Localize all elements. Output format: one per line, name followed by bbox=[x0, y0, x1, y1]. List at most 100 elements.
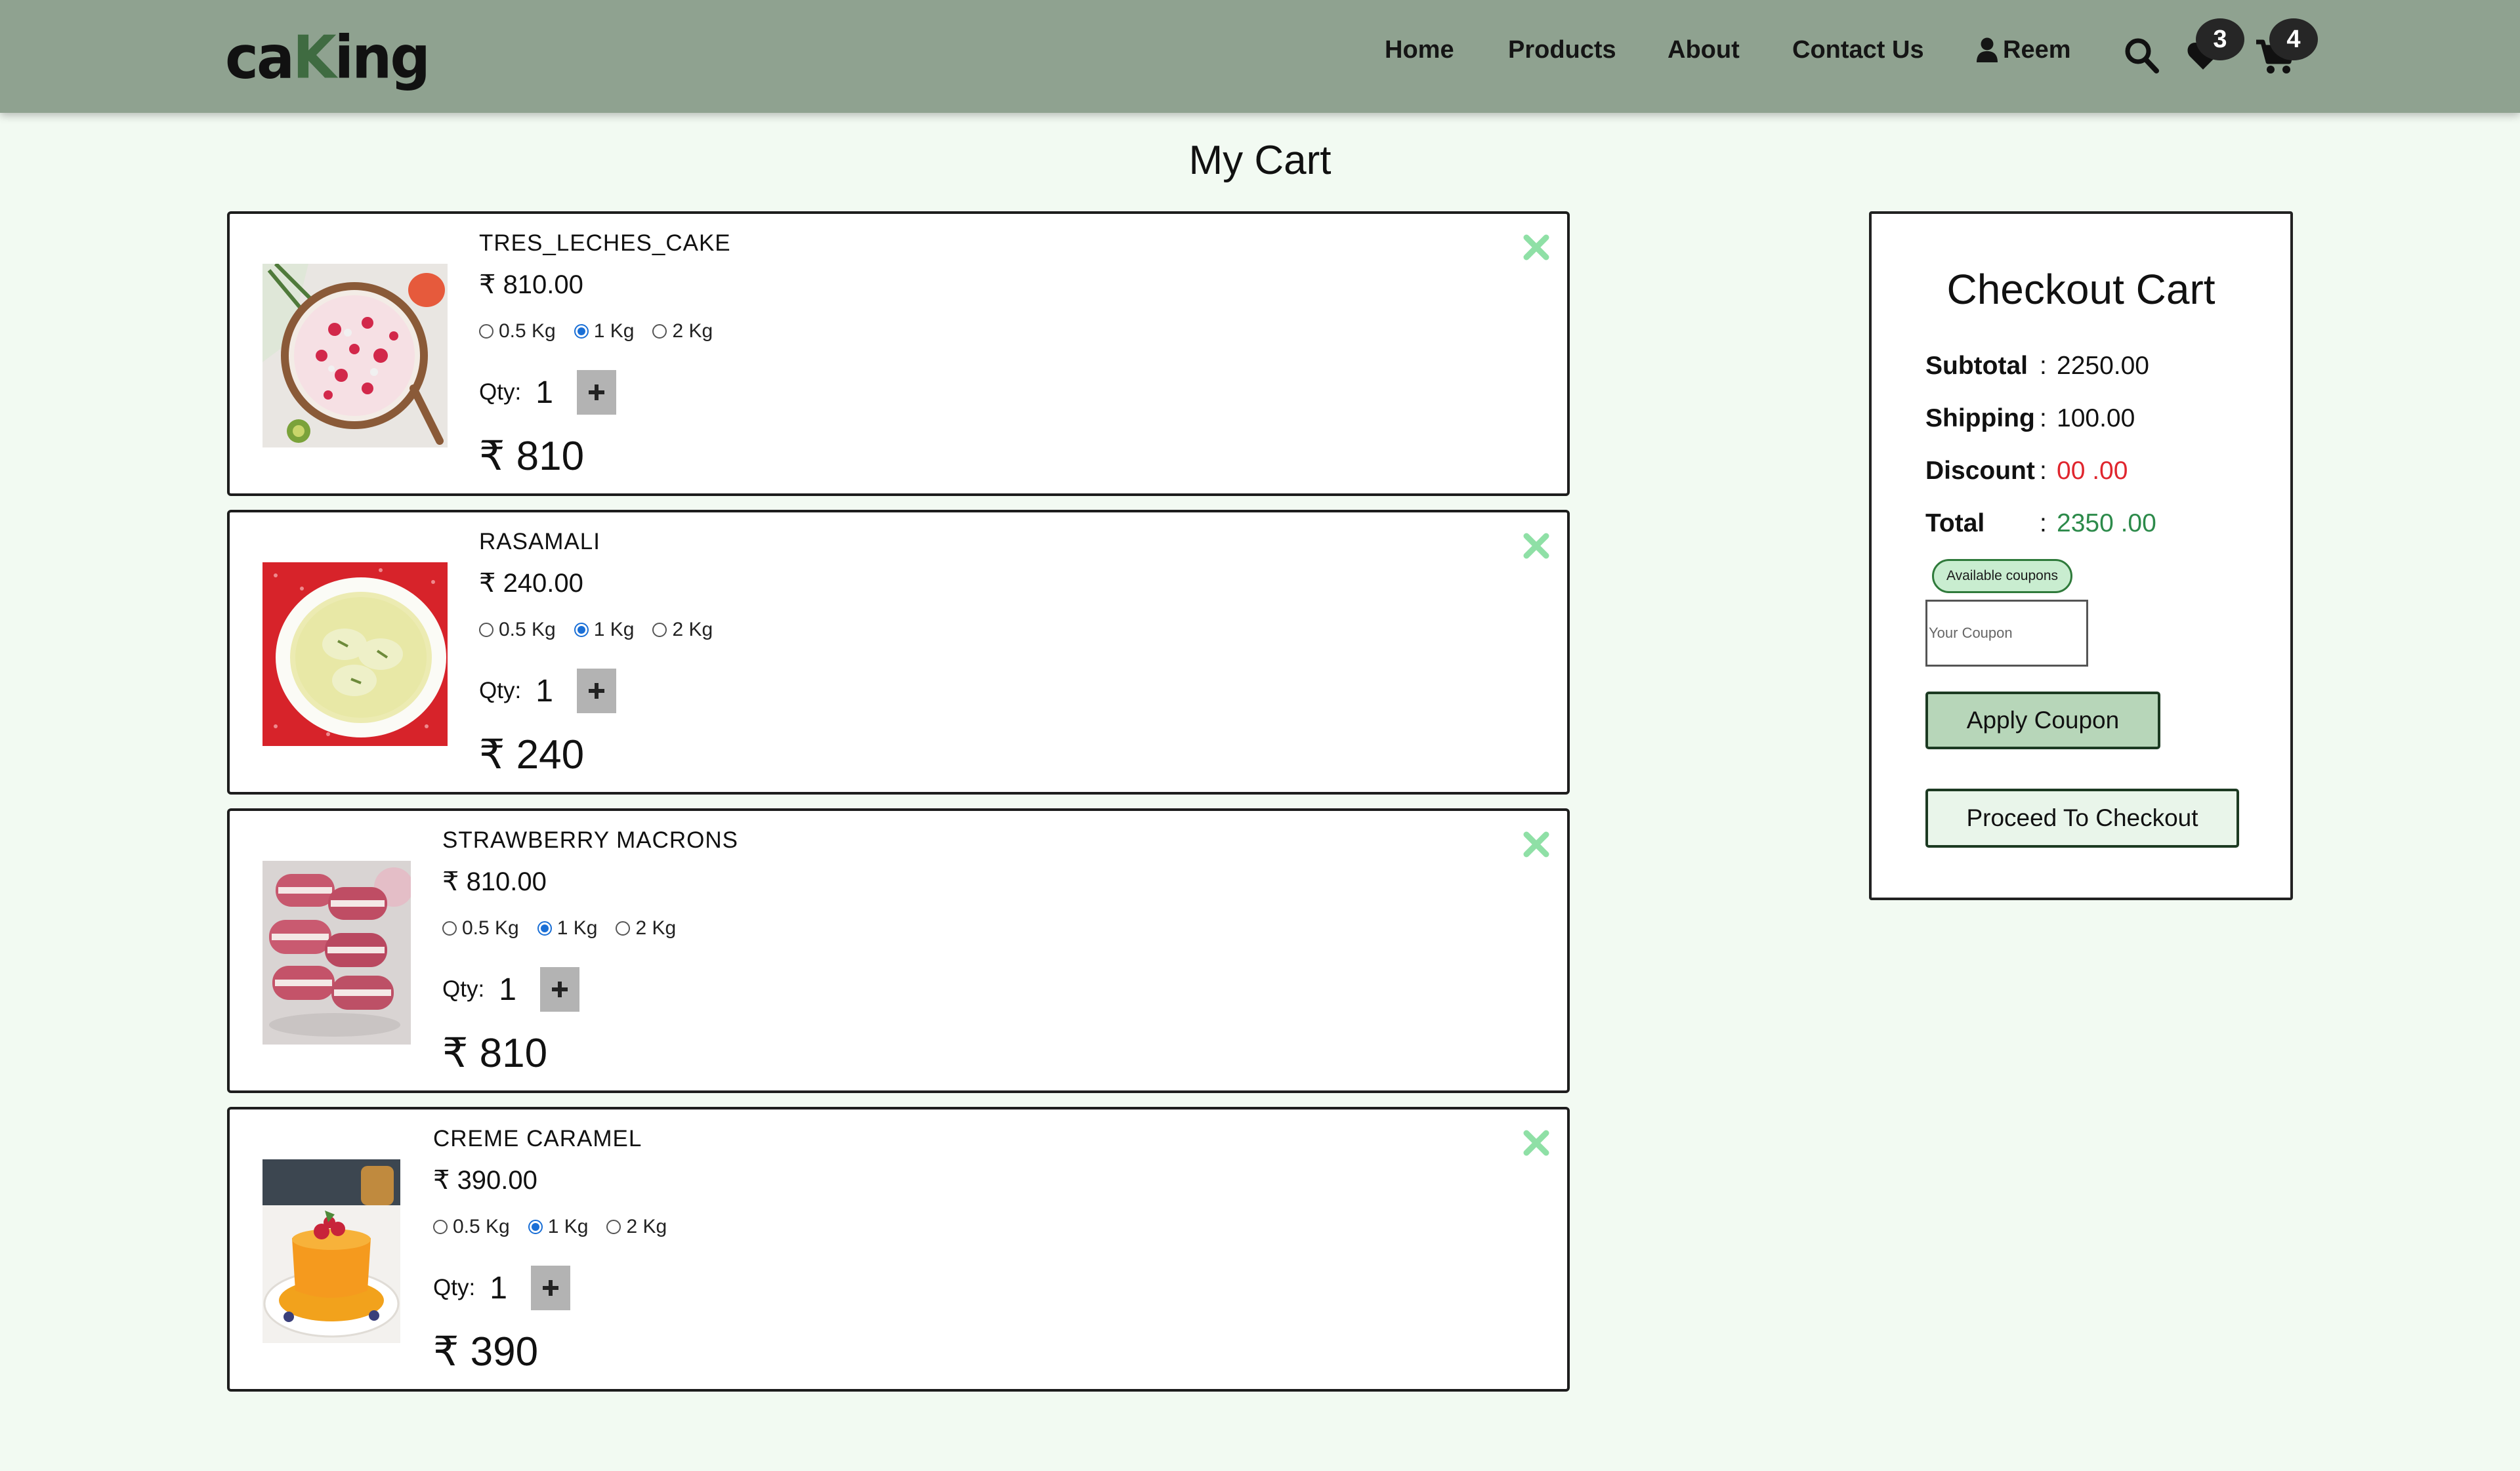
size-radio[interactable] bbox=[433, 1220, 448, 1234]
remove-item-icon[interactable] bbox=[1521, 1128, 1551, 1158]
search-icon[interactable] bbox=[2124, 37, 2159, 73]
cart-item: STRAWBERRY MACRONS ₹ 810.00 0.5 Kg 1 Kg … bbox=[227, 808, 1570, 1093]
qty-value: 1 bbox=[536, 673, 553, 709]
item-total: ₹ 390 bbox=[433, 1329, 539, 1375]
qty-value: 1 bbox=[536, 375, 553, 410]
size-option-1kg[interactable]: 1 Kg bbox=[574, 320, 635, 342]
qty-increase-button[interactable] bbox=[576, 669, 616, 713]
item-price: ₹ 390.00 bbox=[433, 1166, 537, 1195]
size-label: 0.5 Kg bbox=[462, 917, 519, 939]
site-logo[interactable]: caKing bbox=[225, 23, 430, 93]
size-radio[interactable] bbox=[479, 324, 494, 339]
qty-label: Qty: bbox=[442, 976, 485, 1002]
plus-icon bbox=[542, 1280, 558, 1296]
size-label: 0.5 Kg bbox=[499, 320, 556, 342]
size-option-0-5kg[interactable]: 0.5 Kg bbox=[479, 320, 556, 342]
item-name: RASAMALI bbox=[479, 529, 600, 554]
size-option-0-5kg[interactable]: 0.5 Kg bbox=[433, 1216, 510, 1238]
item-total: ₹ 240 bbox=[479, 732, 585, 777]
remove-item-icon[interactable] bbox=[1521, 531, 1551, 561]
size-label: 1 Kg bbox=[593, 320, 635, 342]
qty-increase-button[interactable] bbox=[530, 1266, 570, 1310]
item-total: ₹ 810 bbox=[442, 1031, 548, 1076]
qty-row: Qty: 1 bbox=[479, 669, 616, 713]
separator: : bbox=[2040, 509, 2047, 537]
size-radio[interactable] bbox=[616, 921, 631, 936]
size-option-1kg[interactable]: 1 Kg bbox=[528, 1216, 588, 1238]
size-option-0-5kg[interactable]: 0.5 Kg bbox=[442, 917, 519, 940]
size-option-1kg[interactable]: 1 Kg bbox=[537, 917, 598, 940]
size-options: 0.5 Kg 1 Kg 2 Kg bbox=[479, 320, 731, 342]
cart-item: RASAMALI ₹ 240.00 0.5 Kg 1 Kg 2 Kg Qty: … bbox=[227, 510, 1570, 795]
cart-item: CREME CARAMEL ₹ 390.00 0.5 Kg 1 Kg 2 Kg … bbox=[227, 1107, 1570, 1392]
qty-label: Qty: bbox=[479, 379, 522, 405]
size-option-2kg[interactable]: 2 Kg bbox=[652, 320, 713, 342]
size-radio-selected[interactable] bbox=[528, 1220, 543, 1234]
size-radio-selected[interactable] bbox=[574, 324, 589, 339]
size-label: 2 Kg bbox=[672, 320, 713, 342]
nav-contact-us[interactable]: Contact Us bbox=[1792, 31, 1924, 68]
size-option-0-5kg[interactable]: 0.5 Kg bbox=[479, 619, 556, 641]
user-icon bbox=[1977, 37, 1998, 62]
size-radio-selected[interactable] bbox=[537, 921, 552, 936]
apply-coupon-button[interactable]: Apply Coupon bbox=[1925, 692, 2160, 749]
item-price: ₹ 810.00 bbox=[442, 867, 547, 896]
size-option-1kg[interactable]: 1 Kg bbox=[574, 619, 634, 641]
size-radio[interactable] bbox=[606, 1220, 621, 1234]
nav-user[interactable]: Reem bbox=[1975, 31, 2071, 68]
size-radio-selected[interactable] bbox=[574, 623, 589, 637]
subtotal-label: Subtotal bbox=[1925, 352, 2028, 380]
nav-about[interactable]: About bbox=[1668, 31, 1740, 68]
qty-row: Qty: 1 bbox=[479, 370, 616, 415]
size-label: 0.5 Kg bbox=[499, 619, 556, 640]
size-label: 2 Kg bbox=[635, 917, 677, 939]
item-name: STRAWBERRY MACRONS bbox=[442, 827, 739, 853]
logo-k: K bbox=[293, 23, 337, 93]
total-row: Total : 2350 .00 bbox=[1925, 504, 2156, 543]
plus-icon bbox=[588, 384, 604, 400]
size-radio[interactable] bbox=[442, 921, 457, 936]
qty-increase-button[interactable] bbox=[539, 967, 579, 1012]
checkout-title: Checkout Cart bbox=[1946, 266, 2216, 313]
separator: : bbox=[2040, 352, 2047, 380]
size-options: 0.5 Kg 1 Kg 2 Kg bbox=[479, 619, 731, 641]
qty-label: Qty: bbox=[433, 1275, 476, 1300]
remove-item-icon[interactable] bbox=[1521, 829, 1551, 860]
size-label: 2 Kg bbox=[672, 619, 713, 640]
size-radio[interactable] bbox=[652, 623, 667, 637]
plus-icon bbox=[588, 683, 604, 699]
item-total: ₹ 810 bbox=[479, 434, 585, 479]
remove-item-icon[interactable] bbox=[1521, 232, 1551, 262]
proceed-to-checkout-button[interactable]: Proceed To Checkout bbox=[1925, 789, 2239, 848]
discount-label: Discount bbox=[1925, 457, 2035, 485]
size-radio[interactable] bbox=[479, 623, 494, 637]
product-image-rasamali bbox=[262, 562, 448, 746]
item-price: ₹ 810.00 bbox=[479, 270, 583, 299]
qty-value: 1 bbox=[499, 972, 516, 1007]
discount-value: 00 .00 bbox=[2057, 457, 2128, 485]
cart-count-badge: 4 bbox=[2269, 18, 2318, 60]
cart-item: TRES_LECHES_CAKE ₹ 810.00 0.5 Kg 1 Kg 2 … bbox=[227, 211, 1570, 496]
size-options: 0.5 Kg 1 Kg 2 Kg bbox=[433, 1216, 685, 1238]
user-name: Reem bbox=[2003, 36, 2071, 64]
shipping-value: 100.00 bbox=[2057, 404, 2135, 432]
shipping-label: Shipping bbox=[1925, 404, 2035, 432]
qty-row: Qty: 1 bbox=[442, 967, 579, 1012]
size-option-2kg[interactable]: 2 Kg bbox=[616, 917, 676, 940]
size-radio[interactable] bbox=[652, 324, 667, 339]
product-image-strawberry-macrons bbox=[262, 861, 411, 1045]
item-name: TRES_LECHES_CAKE bbox=[479, 230, 731, 256]
separator: : bbox=[2040, 457, 2047, 485]
qty-row: Qty: 1 bbox=[433, 1266, 570, 1310]
size-option-2kg[interactable]: 2 Kg bbox=[606, 1216, 667, 1238]
nav-products[interactable]: Products bbox=[1508, 31, 1616, 68]
size-label: 1 Kg bbox=[556, 917, 598, 939]
total-label: Total bbox=[1925, 509, 1985, 537]
subtotal-value: 2250.00 bbox=[2057, 352, 2149, 380]
qty-increase-button[interactable] bbox=[576, 370, 616, 415]
size-option-2kg[interactable]: 2 Kg bbox=[652, 619, 713, 641]
coupon-input[interactable] bbox=[1925, 600, 2088, 667]
checkout-panel: Checkout Cart Subtotal : 2250.00 Shippin… bbox=[1869, 211, 2293, 900]
nav-home[interactable]: Home bbox=[1385, 31, 1454, 68]
available-coupons-badge[interactable]: Available coupons bbox=[1932, 559, 2072, 593]
